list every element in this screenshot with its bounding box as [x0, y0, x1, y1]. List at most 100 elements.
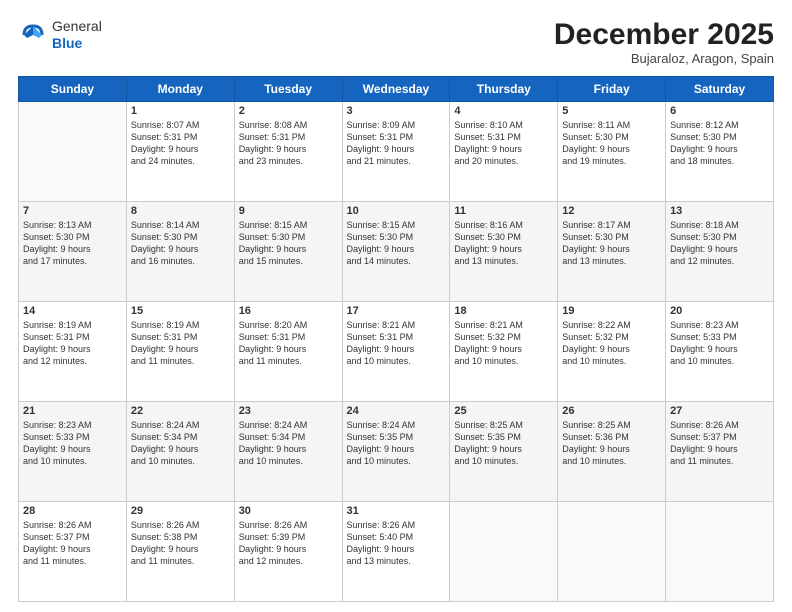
calendar-cell: 29 Sunrise: 8:26 AM Sunset: 5:38 PM Dayli… — [126, 502, 234, 602]
calendar-cell: 20 Sunrise: 8:23 AM Sunset: 5:33 PM Dayli… — [666, 302, 774, 402]
calendar-header-row: SundayMondayTuesdayWednesdayThursdayFrid… — [19, 77, 774, 102]
cell-info: Sunrise: 8:26 AM Sunset: 5:40 PM Dayligh… — [347, 519, 446, 568]
weekday-header: Saturday — [666, 77, 774, 102]
logo-general: General — [52, 18, 102, 35]
weekday-header: Monday — [126, 77, 234, 102]
calendar-cell — [666, 502, 774, 602]
cell-day-number: 4 — [454, 105, 553, 117]
cell-info: Sunrise: 8:22 AM Sunset: 5:32 PM Dayligh… — [562, 319, 661, 368]
cell-day-number: 13 — [670, 205, 769, 217]
calendar-cell: 19 Sunrise: 8:22 AM Sunset: 5:32 PM Dayli… — [558, 302, 666, 402]
calendar-cell — [450, 502, 558, 602]
cell-info: Sunrise: 8:24 AM Sunset: 5:35 PM Dayligh… — [347, 419, 446, 468]
calendar-cell: 26 Sunrise: 8:25 AM Sunset: 5:36 PM Dayli… — [558, 402, 666, 502]
calendar-cell: 25 Sunrise: 8:25 AM Sunset: 5:35 PM Dayli… — [450, 402, 558, 502]
cell-info: Sunrise: 8:12 AM Sunset: 5:30 PM Dayligh… — [670, 119, 769, 168]
calendar-cell: 27 Sunrise: 8:26 AM Sunset: 5:37 PM Dayli… — [666, 402, 774, 502]
logo-text: General Blue — [52, 18, 102, 52]
cell-info: Sunrise: 8:23 AM Sunset: 5:33 PM Dayligh… — [670, 319, 769, 368]
cell-day-number: 28 — [23, 505, 122, 517]
cell-info: Sunrise: 8:08 AM Sunset: 5:31 PM Dayligh… — [239, 119, 338, 168]
calendar-cell: 3Sunrise: 8:09 AM Sunset: 5:31 PM Daylig… — [342, 102, 450, 202]
cell-day-number: 31 — [347, 505, 446, 517]
calendar-cell: 22 Sunrise: 8:24 AM Sunset: 5:34 PM Dayli… — [126, 402, 234, 502]
cell-info: Sunrise: 8:24 AM Sunset: 5:34 PM Dayligh… — [239, 419, 338, 468]
calendar-cell: 30 Sunrise: 8:26 AM Sunset: 5:39 PM Dayli… — [234, 502, 342, 602]
cell-info: Sunrise: 8:14 AM Sunset: 5:30 PM Dayligh… — [131, 219, 230, 268]
calendar-cell: 10Sunrise: 8:15 AM Sunset: 5:30 PM Dayli… — [342, 202, 450, 302]
cell-info: Sunrise: 8:15 AM Sunset: 5:30 PM Dayligh… — [347, 219, 446, 268]
month-title: December 2025 — [554, 18, 774, 51]
title-block: December 2025 Bujaraloz, Aragon, Spain — [554, 18, 774, 66]
calendar-cell: 2 Sunrise: 8:08 AM Sunset: 5:31 PM Daylig… — [234, 102, 342, 202]
cell-day-number: 27 — [670, 405, 769, 417]
cell-day-number: 1 — [131, 105, 230, 117]
calendar-row: 7 Sunrise: 8:13 AM Sunset: 5:30 PM Daylig… — [19, 202, 774, 302]
cell-info: Sunrise: 8:24 AM Sunset: 5:34 PM Dayligh… — [131, 419, 230, 468]
cell-info: Sunrise: 8:21 AM Sunset: 5:32 PM Dayligh… — [454, 319, 553, 368]
weekday-header: Friday — [558, 77, 666, 102]
cell-info: Sunrise: 8:19 AM Sunset: 5:31 PM Dayligh… — [23, 319, 122, 368]
cell-info: Sunrise: 8:13 AM Sunset: 5:30 PM Dayligh… — [23, 219, 122, 268]
cell-day-number: 26 — [562, 405, 661, 417]
cell-day-number: 11 — [454, 205, 553, 217]
calendar-cell: 8 Sunrise: 8:14 AM Sunset: 5:30 PM Daylig… — [126, 202, 234, 302]
cell-day-number: 25 — [454, 405, 553, 417]
cell-info: Sunrise: 8:16 AM Sunset: 5:30 PM Dayligh… — [454, 219, 553, 268]
calendar-table: SundayMondayTuesdayWednesdayThursdayFrid… — [18, 76, 774, 602]
cell-day-number: 7 — [23, 205, 122, 217]
cell-info: Sunrise: 8:25 AM Sunset: 5:36 PM Dayligh… — [562, 419, 661, 468]
cell-day-number: 29 — [131, 505, 230, 517]
calendar-cell: 28Sunrise: 8:26 AM Sunset: 5:37 PM Dayli… — [19, 502, 127, 602]
cell-info: Sunrise: 8:20 AM Sunset: 5:31 PM Dayligh… — [239, 319, 338, 368]
calendar-cell: 1 Sunrise: 8:07 AM Sunset: 5:31 PM Daylig… — [126, 102, 234, 202]
calendar-row: 14 Sunrise: 8:19 AM Sunset: 5:31 PM Dayli… — [19, 302, 774, 402]
cell-info: Sunrise: 8:09 AM Sunset: 5:31 PM Dayligh… — [347, 119, 446, 168]
calendar-cell: 24 Sunrise: 8:24 AM Sunset: 5:35 PM Dayli… — [342, 402, 450, 502]
calendar-cell: 16Sunrise: 8:20 AM Sunset: 5:31 PM Dayli… — [234, 302, 342, 402]
cell-day-number: 8 — [131, 205, 230, 217]
cell-day-number: 15 — [131, 305, 230, 317]
logo-icon — [18, 20, 48, 50]
cell-day-number: 20 — [670, 305, 769, 317]
cell-info: Sunrise: 8:23 AM Sunset: 5:33 PM Dayligh… — [23, 419, 122, 468]
cell-day-number: 21 — [23, 405, 122, 417]
weekday-header: Wednesday — [342, 77, 450, 102]
calendar-cell: 9Sunrise: 8:15 AM Sunset: 5:30 PM Daylig… — [234, 202, 342, 302]
cell-day-number: 12 — [562, 205, 661, 217]
cell-day-number: 17 — [347, 305, 446, 317]
calendar-cell: 5Sunrise: 8:11 AM Sunset: 5:30 PM Daylig… — [558, 102, 666, 202]
calendar-cell: 18 Sunrise: 8:21 AM Sunset: 5:32 PM Dayli… — [450, 302, 558, 402]
header: General Blue December 2025 Bujaraloz, Ar… — [18, 18, 774, 66]
logo-blue: Blue — [52, 35, 102, 52]
cell-day-number: 18 — [454, 305, 553, 317]
calendar-cell — [558, 502, 666, 602]
cell-info: Sunrise: 8:10 AM Sunset: 5:31 PM Dayligh… — [454, 119, 553, 168]
cell-info: Sunrise: 8:26 AM Sunset: 5:39 PM Dayligh… — [239, 519, 338, 568]
cell-info: Sunrise: 8:25 AM Sunset: 5:35 PM Dayligh… — [454, 419, 553, 468]
weekday-header: Tuesday — [234, 77, 342, 102]
cell-day-number: 24 — [347, 405, 446, 417]
calendar-cell: 7 Sunrise: 8:13 AM Sunset: 5:30 PM Daylig… — [19, 202, 127, 302]
cell-day-number: 19 — [562, 305, 661, 317]
cell-info: Sunrise: 8:21 AM Sunset: 5:31 PM Dayligh… — [347, 319, 446, 368]
cell-day-number: 14 — [23, 305, 122, 317]
cell-info: Sunrise: 8:15 AM Sunset: 5:30 PM Dayligh… — [239, 219, 338, 268]
cell-info: Sunrise: 8:07 AM Sunset: 5:31 PM Dayligh… — [131, 119, 230, 168]
cell-day-number: 22 — [131, 405, 230, 417]
calendar-cell: 12Sunrise: 8:17 AM Sunset: 5:30 PM Dayli… — [558, 202, 666, 302]
cell-day-number: 6 — [670, 105, 769, 117]
cell-info: Sunrise: 8:26 AM Sunset: 5:38 PM Dayligh… — [131, 519, 230, 568]
calendar-row: 21 Sunrise: 8:23 AM Sunset: 5:33 PM Dayli… — [19, 402, 774, 502]
calendar-cell: 17 Sunrise: 8:21 AM Sunset: 5:31 PM Dayli… — [342, 302, 450, 402]
calendar-cell: 6 Sunrise: 8:12 AM Sunset: 5:30 PM Daylig… — [666, 102, 774, 202]
cell-day-number: 23 — [239, 405, 338, 417]
cell-day-number: 2 — [239, 105, 338, 117]
location: Bujaraloz, Aragon, Spain — [554, 51, 774, 66]
cell-day-number: 30 — [239, 505, 338, 517]
calendar-row: 28Sunrise: 8:26 AM Sunset: 5:37 PM Dayli… — [19, 502, 774, 602]
cell-info: Sunrise: 8:26 AM Sunset: 5:37 PM Dayligh… — [670, 419, 769, 468]
weekday-header: Sunday — [19, 77, 127, 102]
weekday-header: Thursday — [450, 77, 558, 102]
cell-info: Sunrise: 8:18 AM Sunset: 5:30 PM Dayligh… — [670, 219, 769, 268]
